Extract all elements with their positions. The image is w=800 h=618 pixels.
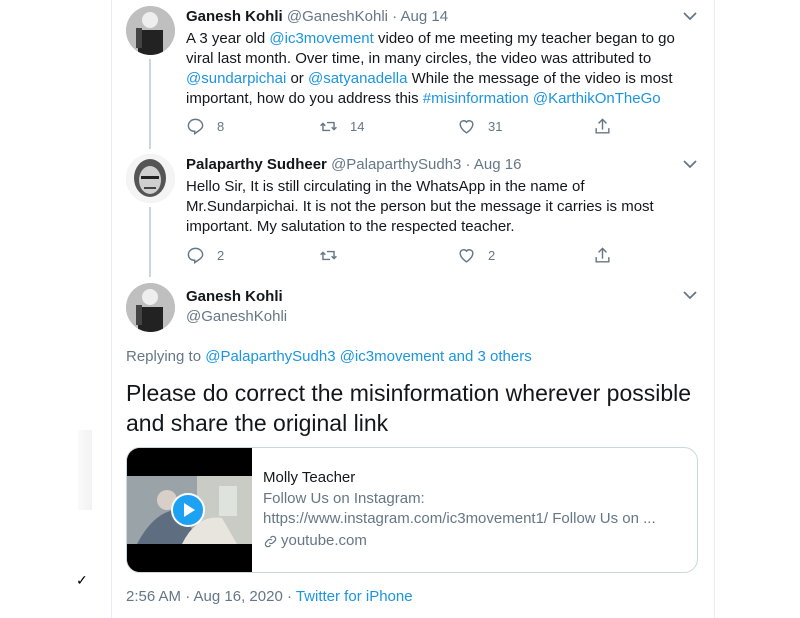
card-domain-text: youtube.com	[281, 532, 367, 549]
share-button[interactable]	[593, 115, 624, 137]
like-count: 2	[488, 247, 496, 263]
card-thumbnail	[127, 448, 252, 572]
mention-link[interactable]: @sundarpichai	[186, 70, 286, 87]
avatar-palaparthy-sudheer[interactable]	[126, 154, 175, 203]
source-link[interactable]: Twitter for iPhone	[296, 588, 413, 605]
mention-link[interactable]: @PalaparthySudh3	[205, 348, 335, 365]
like-count: 31	[488, 118, 503, 134]
chevron-down-icon[interactable]	[683, 290, 697, 300]
avatar-ganesh-kohli[interactable]	[126, 283, 175, 332]
tweet-text: Hello Sir, It is still circulating in th…	[186, 177, 676, 237]
share-button[interactable]	[593, 244, 624, 266]
heart-icon	[459, 248, 474, 263]
author-name[interactable]: Ganesh Kohli	[186, 8, 283, 25]
page-shadow	[78, 430, 92, 510]
avatar-ganesh-kohli[interactable]	[126, 6, 175, 55]
mention-link[interactable]: @ic3movement	[340, 348, 444, 365]
card-title: Molly Teacher	[263, 469, 356, 486]
retweet-icon	[320, 121, 337, 131]
reply-count: 2	[217, 247, 225, 263]
mention-link[interactable]: @ic3movement	[269, 30, 373, 47]
tweet-text: A 3 year old @ic3movement video of me me…	[186, 29, 686, 109]
reply-button[interactable]: 8	[186, 115, 224, 137]
tweet-actions: 8 14 31	[186, 115, 626, 137]
link-icon	[264, 535, 277, 547]
author-handle[interactable]: @GaneshKohli	[186, 308, 287, 325]
main-tweet-handle: @GaneshKohli	[186, 308, 287, 325]
main-tweet-text: Please do correct the misinformation whe…	[126, 380, 692, 436]
retweet-button[interactable]: 14	[319, 115, 364, 137]
text-segment: Hello Sir, It is still circulating in th…	[186, 178, 654, 235]
tweet-date[interactable]: Aug 14	[401, 8, 449, 25]
hashtag-link[interactable]: #misinformation	[423, 90, 529, 107]
tweet-header: Palaparthy Sudheer @PalaparthySudh3 · Au…	[186, 156, 521, 173]
card-description-line: https://www.instagram.com/ic3movement1/ …	[263, 510, 656, 527]
mention-link[interactable]: @KarthikOnTheGo	[533, 90, 661, 107]
share-icon	[595, 117, 610, 134]
separator-dot: ·	[392, 8, 398, 25]
thread-line	[149, 207, 151, 277]
card-description-line: Follow Us on Instagram:	[263, 490, 425, 507]
separator-dot: ·	[465, 156, 471, 173]
author-name[interactable]: Ganesh Kohli	[186, 288, 283, 305]
like-button[interactable]: 31	[457, 115, 502, 137]
retweet-icon	[320, 250, 337, 260]
checkmark-icon: ✓	[76, 572, 88, 588]
card-body: Molly Teacher Follow Us on Instagram: ht…	[263, 468, 683, 551]
others-link[interactable]: and 3 others	[448, 348, 531, 365]
play-icon[interactable]	[171, 493, 205, 527]
tweet-timestamp: 2:56 AM · Aug 16, 2020 · Twitter for iPh…	[126, 588, 413, 605]
share-icon	[595, 246, 610, 263]
retweet-count: 14	[350, 118, 365, 134]
text-segment: A 3 year old	[186, 30, 270, 47]
author-handle[interactable]: @GaneshKohli	[287, 8, 388, 25]
reply-button[interactable]: 2	[186, 244, 224, 266]
card-domain: youtube.com	[263, 531, 683, 551]
mention-link[interactable]: @satyanadella	[308, 70, 407, 87]
reply-icon	[187, 118, 204, 135]
thread-line	[149, 59, 151, 149]
reply-icon	[187, 247, 204, 264]
replying-to: Replying to @PalaparthySudh3 @ic3movemen…	[126, 348, 532, 365]
main-tweet-author: Ganesh Kohli	[186, 288, 283, 305]
replying-prefix: Replying to	[126, 348, 206, 365]
like-button[interactable]: 2	[457, 244, 495, 266]
author-handle[interactable]: @PalaparthySudh3	[331, 156, 461, 173]
tweet-header: Ganesh Kohli @GaneshKohli · Aug 14	[186, 8, 448, 25]
tweet-actions: 2 2	[186, 244, 626, 266]
chevron-down-icon[interactable]	[683, 11, 697, 21]
retweet-button[interactable]	[319, 244, 350, 266]
heart-icon	[459, 119, 474, 134]
timestamp-text[interactable]: 2:56 AM · Aug 16, 2020 ·	[126, 588, 296, 605]
chevron-down-icon[interactable]	[683, 159, 697, 169]
reply-count: 8	[217, 118, 225, 134]
tweet-date[interactable]: Aug 16	[474, 156, 522, 173]
link-card[interactable]: Molly Teacher Follow Us on Instagram: ht…	[126, 447, 698, 573]
text-segment: or	[286, 70, 308, 87]
author-name[interactable]: Palaparthy Sudheer	[186, 156, 327, 173]
